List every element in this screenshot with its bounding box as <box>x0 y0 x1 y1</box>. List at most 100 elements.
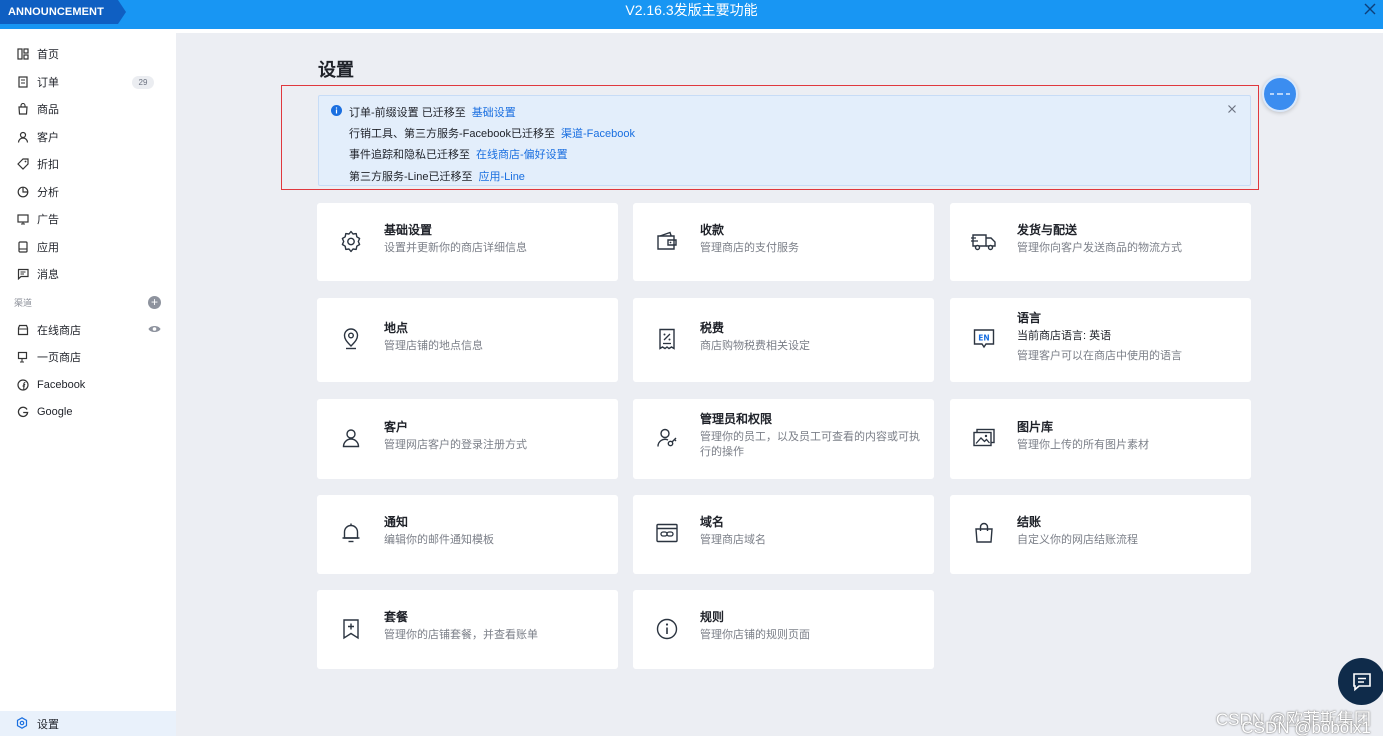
announcement-bar: ANNOUNCEMENT V2.16.3发版主要功能 <box>0 0 1383 29</box>
settings-card-domains[interactable]: 域名 管理商店域名 <box>633 495 934 574</box>
card-title: 规则 <box>700 610 725 624</box>
card-title: 地点 <box>384 321 409 335</box>
announcement-title[interactable]: V2.16.3发版主要功能 <box>0 0 1383 24</box>
customer-icon <box>16 130 30 144</box>
card-description: 管理商店域名 <box>700 534 766 546</box>
settings-card-staff-permissions[interactable]: 管理员和权限 管理你的员工，以及员工可查看的内容或可执行的操作 <box>633 399 934 479</box>
sidebar-item-analytics[interactable]: 分析 <box>0 180 176 204</box>
settings-card-checkout[interactable]: 结账 自定义你的网店结账流程 <box>950 495 1251 574</box>
sidebar-item-label: 在线商店 <box>37 325 81 337</box>
truck-icon <box>970 227 998 255</box>
sidebar-item-label: 消息 <box>37 269 59 281</box>
sidebar-item-label: 客户 <box>37 132 59 144</box>
card-title: 语言 <box>1017 311 1042 325</box>
notice-line: 第三方服务-Line已迁移至 应用-Line <box>349 168 525 184</box>
notice-link[interactable]: 在线商店-偏好设置 <box>476 149 568 161</box>
card-description: 管理客户可以在商店中使用的语言 <box>1017 350 1182 362</box>
domain-link-icon <box>653 519 681 547</box>
settings-card-locations[interactable]: 地点 管理店铺的地点信息 <box>317 298 618 382</box>
bookmark-plus-icon <box>337 615 365 643</box>
channels-heading: 渠道 <box>14 298 33 308</box>
add-channel-icon[interactable]: + <box>148 296 161 309</box>
page-title: 设置 <box>318 60 354 80</box>
settings-card-payments[interactable]: 收款 管理商店的支付服务 <box>633 203 934 281</box>
card-title: 结账 <box>1017 515 1042 529</box>
sidebar-item-facebook[interactable]: Facebook <box>0 373 176 397</box>
wallet-icon <box>653 227 681 255</box>
current-language: 当前商店语言: 英语 <box>1017 330 1112 342</box>
notice-text: 第三方服务-Line已迁移至 <box>349 171 473 183</box>
watermark: CSDN @bobolx1 <box>1241 718 1371 736</box>
card-title: 基础设置 <box>384 223 433 237</box>
sidebar-item-ads[interactable]: 广告 <box>0 207 176 231</box>
order-count-badge: 29 <box>132 76 154 89</box>
card-description: 设置并更新你的商店详细信息 <box>384 242 527 254</box>
svg-text:EN: EN <box>978 334 989 343</box>
sidebar-item-orders[interactable]: 订单 29 <box>0 70 176 94</box>
card-description: 管理网店客户的登录注册方式 <box>384 439 527 451</box>
card-title: 客户 <box>384 420 409 434</box>
sidebar-item-settings[interactable]: 设置 <box>0 711 176 736</box>
sidebar-item-label: 首页 <box>37 49 59 61</box>
settings-card-notifications[interactable]: 通知 编辑你的邮件通知模板 <box>317 495 618 574</box>
analytics-icon <box>16 185 30 199</box>
settings-card-taxes[interactable]: 税费 商店购物税费相关设定 <box>633 298 934 382</box>
settings-card-general[interactable]: 基础设置 设置并更新你的商店详细信息 <box>317 203 618 281</box>
sidebar-item-one-page-store[interactable]: 一页商店 <box>0 345 176 369</box>
sidebar-item-label: 设置 <box>37 718 59 731</box>
card-description: 管理你的店铺套餐，并查看账单 <box>384 629 538 641</box>
bell-icon <box>337 519 365 547</box>
store-icon <box>16 323 30 337</box>
settings-card-customers[interactable]: 客户 管理网店客户的登录注册方式 <box>317 399 618 479</box>
close-icon[interactable] <box>1363 2 1377 16</box>
sidebar-item-online-store[interactable]: 在线商店 <box>0 318 176 342</box>
one-page-store-icon <box>16 350 30 364</box>
info-circle-icon <box>653 615 681 643</box>
user-key-icon <box>653 424 681 452</box>
notice-link[interactable]: 基础设置 <box>472 107 516 119</box>
card-description: 自定义你的网店结账流程 <box>1017 534 1138 546</box>
notice-line: 行销工具、第三方服务-Facebook已迁移至 渠道-Facebook <box>349 125 635 141</box>
notice-text: 订单-前缀设置 已迁移至 <box>349 107 466 119</box>
card-title: 图片库 <box>1017 420 1054 434</box>
close-icon[interactable] <box>1227 104 1237 114</box>
sidebar-item-label: 应用 <box>37 242 59 254</box>
sidebar-item-discounts[interactable]: 折扣 <box>0 152 176 176</box>
notice-text: 事件追踪和隐私已迁移至 <box>349 149 470 161</box>
notice-link[interactable]: 应用-Line <box>478 171 524 183</box>
gear-icon <box>16 716 30 731</box>
migration-notice: 订单-前缀设置 已迁移至 基础设置 行销工具、第三方服务-Facebook已迁移至… <box>318 95 1251 186</box>
floating-assistant-button[interactable] <box>1262 76 1298 112</box>
sidebar-item-apps[interactable]: 应用 <box>0 235 176 259</box>
gear-icon <box>337 227 365 255</box>
chat-button[interactable] <box>1338 658 1383 705</box>
tag-icon <box>16 157 30 171</box>
sidebar-item-label: 折扣 <box>37 159 59 171</box>
sidebar-item-products[interactable]: 商品 <box>0 97 176 121</box>
settings-card-image-library[interactable]: 图片库 管理你上传的所有图片素材 <box>950 399 1251 479</box>
sidebar-item-label: Facebook <box>37 379 86 391</box>
card-title: 域名 <box>700 515 725 529</box>
card-title: 管理员和权限 <box>700 412 773 426</box>
shopping-bag-icon <box>970 519 998 547</box>
card-description: 管理商店的支付服务 <box>700 242 799 254</box>
dashboard-icon <box>16 47 30 61</box>
apps-icon <box>16 240 30 254</box>
notice-line: 事件追踪和隐私已迁移至 在线商店-偏好设置 <box>349 146 568 162</box>
sidebar-item-customers[interactable]: 客户 <box>0 125 176 149</box>
notice-line: 订单-前缀设置 已迁移至 基础设置 <box>349 104 516 120</box>
settings-card-plan[interactable]: 套餐 管理你的店铺套餐，并查看账单 <box>317 590 618 669</box>
card-description: 管理你的员工，以及员工可查看的内容或可执行的操作 <box>700 431 920 458</box>
settings-card-shipping[interactable]: 发货与配送 管理你向客户发送商品的物流方式 <box>950 203 1251 281</box>
divider <box>0 29 1383 33</box>
card-description: 编辑你的邮件通知模板 <box>384 534 494 546</box>
sidebar-item-google[interactable]: Google <box>0 400 176 424</box>
product-icon <box>16 102 30 116</box>
sidebar-item-home[interactable]: 首页 <box>0 42 176 66</box>
sidebar-item-messages[interactable]: 消息 <box>0 262 176 286</box>
notice-link[interactable]: 渠道-Facebook <box>561 128 635 140</box>
language-en-icon: EN <box>970 325 998 353</box>
settings-card-language[interactable]: EN 语言 当前商店语言: 英语 管理客户可以在商店中使用的语言 <box>950 298 1251 382</box>
eye-icon[interactable] <box>148 324 161 334</box>
settings-card-policies[interactable]: 规则 管理你店铺的规则页面 <box>633 590 934 669</box>
